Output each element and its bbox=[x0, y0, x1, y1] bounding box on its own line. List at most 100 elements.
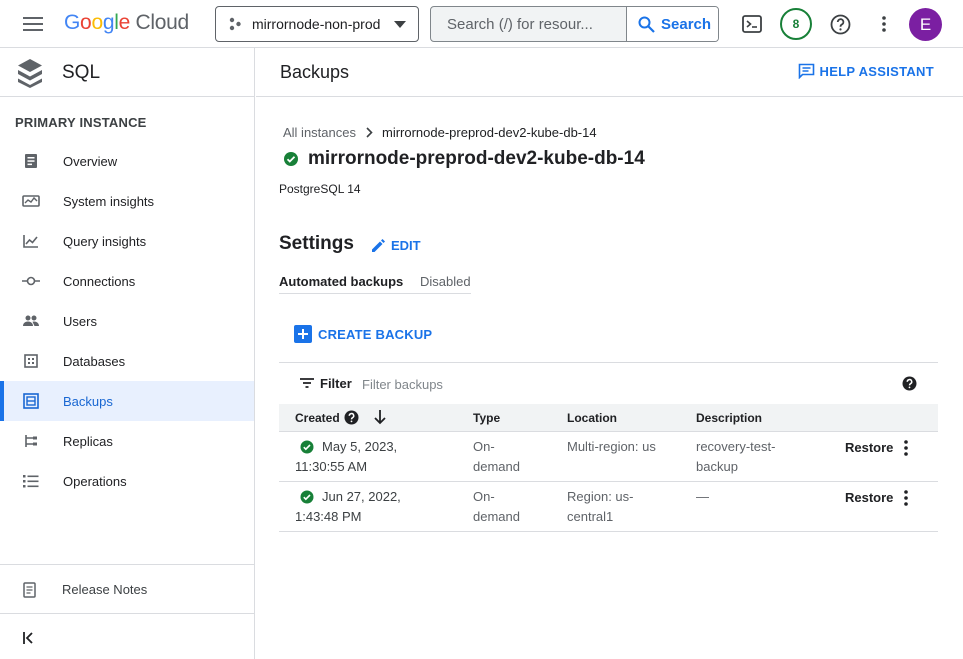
avatar[interactable]: E bbox=[909, 8, 942, 41]
sidebar-footer: Release Notes bbox=[0, 564, 254, 614]
more-vert-icon[interactable] bbox=[904, 490, 908, 506]
sidebar-item-label: Query insights bbox=[63, 233, 147, 249]
column-created[interactable]: Created bbox=[295, 411, 340, 425]
restore-button[interactable]: Restore bbox=[845, 438, 893, 458]
help-circle-icon[interactable] bbox=[344, 410, 359, 425]
operations-icon bbox=[22, 473, 40, 489]
release-notes-link[interactable]: Release Notes bbox=[0, 565, 254, 614]
add-box-icon bbox=[294, 325, 312, 343]
created-line-2: 1:43:48 PM bbox=[295, 509, 362, 524]
created-line-2: 11:30:55 AM bbox=[295, 459, 368, 474]
search-input[interactable] bbox=[431, 7, 626, 41]
automated-backups-value: Disabled bbox=[420, 274, 471, 289]
description-line-1: recovery-test- bbox=[696, 439, 776, 454]
pencil-icon bbox=[372, 239, 385, 252]
edit-button[interactable]: EDIT bbox=[371, 238, 421, 253]
project-name: mirrornode-non-prod bbox=[252, 16, 381, 32]
project-icon bbox=[229, 17, 241, 31]
create-backup-button[interactable]: CREATE BACKUP bbox=[294, 325, 432, 343]
arrow-down-icon[interactable] bbox=[374, 410, 386, 425]
more-vert-icon[interactable] bbox=[904, 440, 908, 456]
breadcrumb-all-instances[interactable]: All instances bbox=[283, 125, 356, 140]
type-cell: On-demand bbox=[473, 487, 520, 527]
query-insights-icon bbox=[22, 233, 40, 249]
sidebar-item-operations[interactable]: Operations bbox=[0, 461, 254, 501]
notifications-badge[interactable]: 8 bbox=[780, 8, 812, 40]
more-vert-icon[interactable] bbox=[872, 12, 896, 36]
location-cell: Multi-region: us bbox=[567, 437, 656, 457]
filter-bar: Filter bbox=[279, 362, 938, 404]
instance-name: mirrornode-preprod-dev2-kube-db-14 bbox=[308, 148, 645, 169]
search-button[interactable]: Search bbox=[626, 7, 718, 41]
sidebar-item-databases[interactable]: Databases bbox=[0, 341, 254, 381]
location-line-1: Region: us- bbox=[567, 489, 634, 504]
column-type: Type bbox=[473, 411, 501, 425]
cloud-shell-icon[interactable] bbox=[740, 12, 764, 36]
description-cell: — bbox=[696, 487, 709, 507]
automated-backups-label: Automated backups bbox=[279, 274, 404, 289]
sidebar-item-label: Overview bbox=[63, 153, 118, 169]
databases-icon bbox=[22, 353, 40, 369]
filter-input[interactable] bbox=[362, 374, 662, 394]
sidebar-item-query-insights[interactable]: Query insights bbox=[0, 221, 254, 261]
edit-label: EDIT bbox=[391, 238, 421, 253]
project-picker[interactable]: mirrornode-non-prod bbox=[215, 6, 419, 42]
sidebar-item-system-insights[interactable]: System insights bbox=[0, 181, 254, 221]
collapse-sidebar-icon[interactable] bbox=[23, 632, 37, 644]
release-notes-label: Release Notes bbox=[62, 581, 148, 597]
description-line-1: — bbox=[696, 489, 709, 504]
type-line-2: demand bbox=[473, 509, 520, 524]
type-cell: On-demand bbox=[473, 437, 520, 477]
instance-version: PostgreSQL 14 bbox=[279, 182, 361, 196]
breadcrumb: All instances mirrornode-preprod-dev2-ku… bbox=[283, 125, 597, 140]
table-row: Jun 27, 2022, 1:43:48 PM On-demand Region… bbox=[279, 482, 938, 532]
overview-icon bbox=[22, 153, 40, 169]
release-notes-icon bbox=[23, 582, 36, 598]
sidebar: SQL PRIMARY INSTANCE Overview System ins… bbox=[0, 48, 255, 659]
help-icon[interactable] bbox=[828, 12, 852, 36]
sidebar-header: SQL bbox=[0, 48, 254, 97]
type-line-1: On- bbox=[473, 439, 495, 454]
search-box: Search bbox=[430, 6, 719, 42]
help-assistant-button[interactable]: HELP ASSISTANT bbox=[798, 63, 934, 79]
restore-button[interactable]: Restore bbox=[845, 488, 893, 508]
sidebar-item-backups[interactable]: Backups bbox=[0, 381, 254, 421]
sidebar-section-title: PRIMARY INSTANCE bbox=[15, 115, 147, 130]
location-cell: Region: us-central1 bbox=[567, 487, 633, 527]
description-line-2: backup bbox=[696, 459, 738, 474]
location-line-1: Multi-region: us bbox=[567, 439, 656, 454]
filter-icon bbox=[300, 378, 314, 388]
users-icon bbox=[22, 313, 40, 329]
sidebar-item-users[interactable]: Users bbox=[0, 301, 254, 341]
automated-backups-row: Automated backups Disabled bbox=[279, 270, 471, 294]
column-location: Location bbox=[567, 411, 617, 425]
column-description: Description bbox=[696, 411, 763, 425]
replicas-icon bbox=[22, 433, 40, 449]
google-cloud-logo[interactable]: Google Cloud bbox=[64, 11, 189, 35]
created-line-1: Jun 27, 2022, bbox=[322, 489, 401, 504]
sidebar-item-overview[interactable]: Overview bbox=[0, 141, 254, 181]
sql-product-icon bbox=[18, 59, 42, 88]
created-line-1: May 5, 2023, bbox=[322, 439, 398, 454]
logo-google: Google bbox=[64, 11, 130, 34]
breadcrumb-current: mirrornode-preprod-dev2-kube-db-14 bbox=[381, 125, 597, 140]
description-cell: recovery-test-backup bbox=[696, 437, 775, 477]
main-menu-icon[interactable] bbox=[19, 11, 47, 37]
sidebar-item-connections[interactable]: Connections bbox=[0, 261, 254, 301]
sidebar-item-label: Connections bbox=[63, 273, 136, 289]
help-circle-icon[interactable] bbox=[902, 376, 917, 391]
sidebar-item-replicas[interactable]: Replicas bbox=[0, 421, 254, 461]
backups-icon bbox=[22, 393, 40, 409]
filter-label: Filter bbox=[320, 376, 352, 391]
sidebar-item-label: Replicas bbox=[63, 433, 113, 449]
type-line-1: On- bbox=[473, 489, 495, 504]
sidebar-item-label: Backups bbox=[63, 393, 113, 409]
create-backup-label: CREATE BACKUP bbox=[318, 326, 433, 342]
sidebar-item-label: Users bbox=[63, 313, 97, 329]
chevron-right-icon bbox=[366, 127, 373, 138]
chevron-down-icon bbox=[394, 21, 406, 28]
type-line-2: demand bbox=[473, 459, 520, 474]
logo-cloud: Cloud bbox=[135, 11, 190, 34]
page-title: Backups bbox=[280, 62, 350, 82]
table-row: May 5, 2023, 11:30:55 AM On-demand Multi-… bbox=[279, 432, 938, 482]
